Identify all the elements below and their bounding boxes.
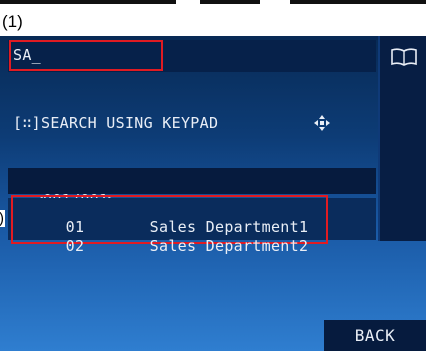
list-item[interactable]: 02 Sales Department2 — [47, 219, 308, 255]
list-item-name: Sales Department2 — [149, 237, 309, 255]
cropped-top-edge — [290, 0, 426, 4]
cropped-top-edge — [200, 0, 260, 4]
cropped-top-edge — [0, 0, 176, 4]
annotation-label-1: (1) — [2, 12, 23, 31]
search-input[interactable]: SA_ — [13, 46, 41, 64]
back-button[interactable]: BACK — [324, 320, 426, 351]
list-item-number: 02 — [65, 237, 85, 255]
address-book-icon[interactable] — [390, 48, 418, 66]
search-using-keypad-label[interactable]: [∷]SEARCH USING KEYPAD — [13, 114, 218, 132]
side-panel — [378, 36, 426, 241]
annotation-strip: (1) — [0, 0, 426, 36]
four-way-arrow-icon[interactable] — [314, 115, 330, 131]
annotation-label-2: ) — [0, 210, 5, 227]
